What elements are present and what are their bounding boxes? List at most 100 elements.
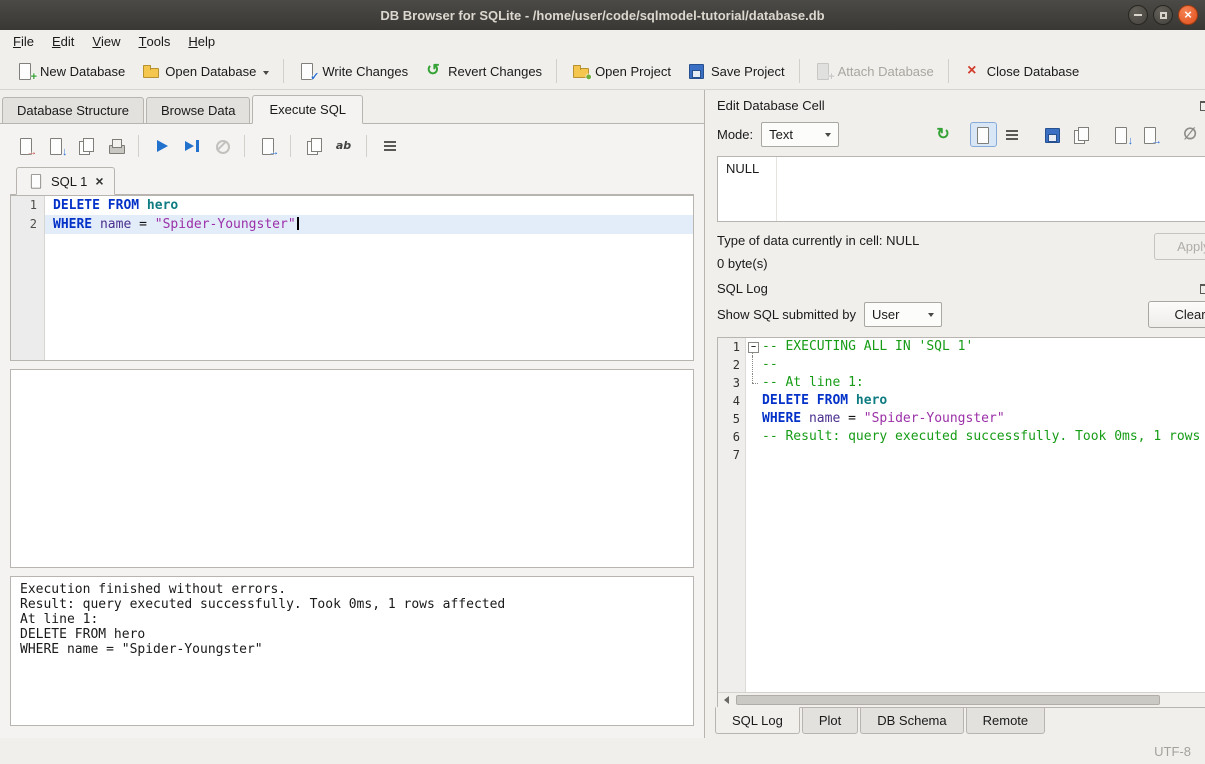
submitted-by-value: User: [872, 307, 899, 322]
code-token: [801, 411, 809, 426]
mode-select[interactable]: Text: [761, 122, 839, 147]
sql-editor[interactable]: 1DELETE FROM hero2WHERE name = "Spider-Y…: [10, 195, 694, 361]
text-view-icon-glyph: [974, 126, 992, 144]
editor-line-2[interactable]: 2WHERE name = "Spider-Youngster": [11, 215, 693, 234]
encoding-label: UTF-8: [1154, 744, 1191, 759]
log-line-7[interactable]: 7: [718, 446, 1205, 464]
save-sql-file-icon[interactable]: ↓: [42, 133, 69, 158]
new-database-button[interactable]: +New Database: [8, 57, 133, 85]
log-line-3[interactable]: 3-- At line 1:: [718, 374, 1205, 392]
log-lines: 1-- EXECUTING ALL IN 'SQL 1'2--3-- At li…: [718, 338, 1205, 692]
execute-sql-panel: →↓→ SQL 1 × 1DELETE FROM hero2WHERE name…: [0, 124, 704, 738]
log-line-1[interactable]: 1-- EXECUTING ALL IN 'SQL 1': [718, 338, 1205, 356]
submitted-by-select[interactable]: User: [864, 302, 942, 327]
open-database-button-label: Open Database: [165, 64, 256, 79]
close-tab-icon[interactable]: ×: [95, 173, 103, 189]
fold-start-icon[interactable]: [746, 338, 762, 356]
auto-format-icon[interactable]: ↻: [930, 122, 957, 147]
tab-sql-log[interactable]: SQL Log: [715, 707, 800, 734]
window-title: DB Browser for SQLite - /home/user/code/…: [0, 8, 1205, 23]
revert-changes-button[interactable]: ↺Revert Changes: [416, 57, 550, 85]
line-number: 7: [718, 446, 746, 464]
clear-button[interactable]: Clear: [1148, 301, 1205, 328]
log-line-2[interactable]: 2--: [718, 356, 1205, 374]
fold-mid-icon[interactable]: [746, 356, 762, 374]
code-token: name: [100, 217, 131, 232]
titlebar[interactable]: DB Browser for SQLite - /home/user/code/…: [0, 0, 1205, 30]
close-button[interactable]: ×: [1178, 5, 1198, 25]
text-view-icon[interactable]: [970, 122, 997, 147]
open-sql-file-icon[interactable]: →: [12, 133, 39, 158]
float-panel-icon[interactable]: [1198, 98, 1205, 113]
save-as-icon[interactable]: [1039, 122, 1066, 147]
tab-browse-data[interactable]: Browse Data: [146, 97, 250, 124]
main-content: Database StructureBrowse DataExecute SQL…: [0, 90, 1205, 738]
save-sql-as-icon[interactable]: [72, 133, 99, 158]
code-token: =: [131, 217, 154, 232]
line-number: 4: [718, 392, 746, 410]
export-results-icon[interactable]: →: [254, 133, 281, 158]
maximize-icon: [1160, 12, 1167, 19]
menu-view[interactable]: View: [83, 30, 129, 53]
results-grid[interactable]: [10, 369, 694, 568]
edit-cell-toolbar: ↻ ↓ → ∅: [930, 122, 1205, 147]
filter-label: Show SQL submitted by: [717, 307, 856, 322]
menu-help[interactable]: Help: [179, 30, 224, 53]
scroll-left-icon[interactable]: [718, 693, 734, 707]
maximize-button[interactable]: [1153, 5, 1173, 25]
horizontal-scrollbar[interactable]: [718, 692, 1205, 707]
log-line-5[interactable]: 5WHERE name = "Spider-Youngster": [718, 410, 1205, 428]
line-number: 6: [718, 428, 746, 446]
tab-db-schema[interactable]: DB Schema: [860, 707, 963, 734]
execute-all-icon[interactable]: [148, 133, 175, 158]
word-wrap-icon[interactable]: [376, 133, 403, 158]
word-wrap-icon[interactable]: [999, 122, 1026, 147]
sql-tab[interactable]: SQL 1 ×: [16, 167, 115, 195]
export-icon-glyph: →: [1141, 126, 1159, 144]
edit-cell-header: Edit Database Cell ×: [705, 94, 1205, 115]
close-database-button-label: Close Database: [987, 64, 1080, 79]
copy-icon[interactable]: [1068, 122, 1095, 147]
scrollbar-track[interactable]: [734, 693, 1205, 707]
editor-line-1[interactable]: 1DELETE FROM hero: [11, 196, 693, 215]
tab-plot[interactable]: Plot: [802, 707, 858, 734]
line-number: 1: [718, 338, 746, 356]
code-token: "Spider-Youngster": [155, 217, 296, 232]
import-icon[interactable]: ↓: [1108, 122, 1135, 147]
save-project-button[interactable]: Save Project: [679, 57, 793, 85]
write-changes-button[interactable]: ✓Write Changes: [290, 57, 416, 85]
print-icon-glyph: [107, 137, 125, 155]
code-text: WHERE name = "Spider-Youngster": [45, 215, 693, 234]
print-icon[interactable]: [102, 133, 129, 158]
menu-edit[interactable]: Edit: [43, 30, 83, 53]
scrollbar-thumb[interactable]: [736, 695, 1160, 705]
tab-remote[interactable]: Remote: [966, 707, 1046, 734]
menu-tools[interactable]: Tools: [130, 30, 180, 53]
sql-log-dock: SQL Log × Show SQL submitted by User Cle…: [705, 277, 1205, 738]
log-line-6[interactable]: 6-- Result: query executed successfully.…: [718, 428, 1205, 446]
dropdown-caret-icon[interactable]: [263, 71, 269, 75]
set-null-icon[interactable]: ∅: [1177, 122, 1204, 147]
apply-button[interactable]: Apply: [1154, 233, 1205, 260]
log-line-4[interactable]: 4DELETE FROM hero: [718, 392, 1205, 410]
float-panel-icon[interactable]: [1198, 281, 1205, 296]
close-database-button[interactable]: ×Close Database: [955, 57, 1088, 85]
cell-value-editor[interactable]: NULL: [717, 156, 1205, 222]
export-icon[interactable]: →: [1137, 122, 1164, 147]
import-icon-glyph: ↓: [1112, 126, 1130, 144]
code-text: --: [762, 356, 1205, 374]
find-replace-icon[interactable]: [330, 133, 357, 158]
tab-execute-sql[interactable]: Execute SQL: [252, 95, 363, 124]
stop-icon[interactable]: [208, 133, 235, 158]
sql-log-view[interactable]: 1-- EXECUTING ALL IN 'SQL 1'2--3-- At li…: [717, 337, 1205, 708]
open-project-button[interactable]: ●Open Project: [563, 57, 679, 85]
execute-current-line-icon[interactable]: [178, 133, 205, 158]
fold-end-icon[interactable]: [746, 374, 762, 392]
cell-type-text: Type of data currently in cell: NULL: [717, 233, 1154, 248]
copy-results-icon[interactable]: [300, 133, 327, 158]
sql-log-title: SQL Log: [717, 281, 1193, 296]
open-database-button[interactable]: Open Database: [133, 57, 277, 85]
minimize-button[interactable]: [1128, 5, 1148, 25]
menu-file[interactable]: File: [4, 30, 43, 53]
tab-database-structure[interactable]: Database Structure: [2, 97, 144, 124]
